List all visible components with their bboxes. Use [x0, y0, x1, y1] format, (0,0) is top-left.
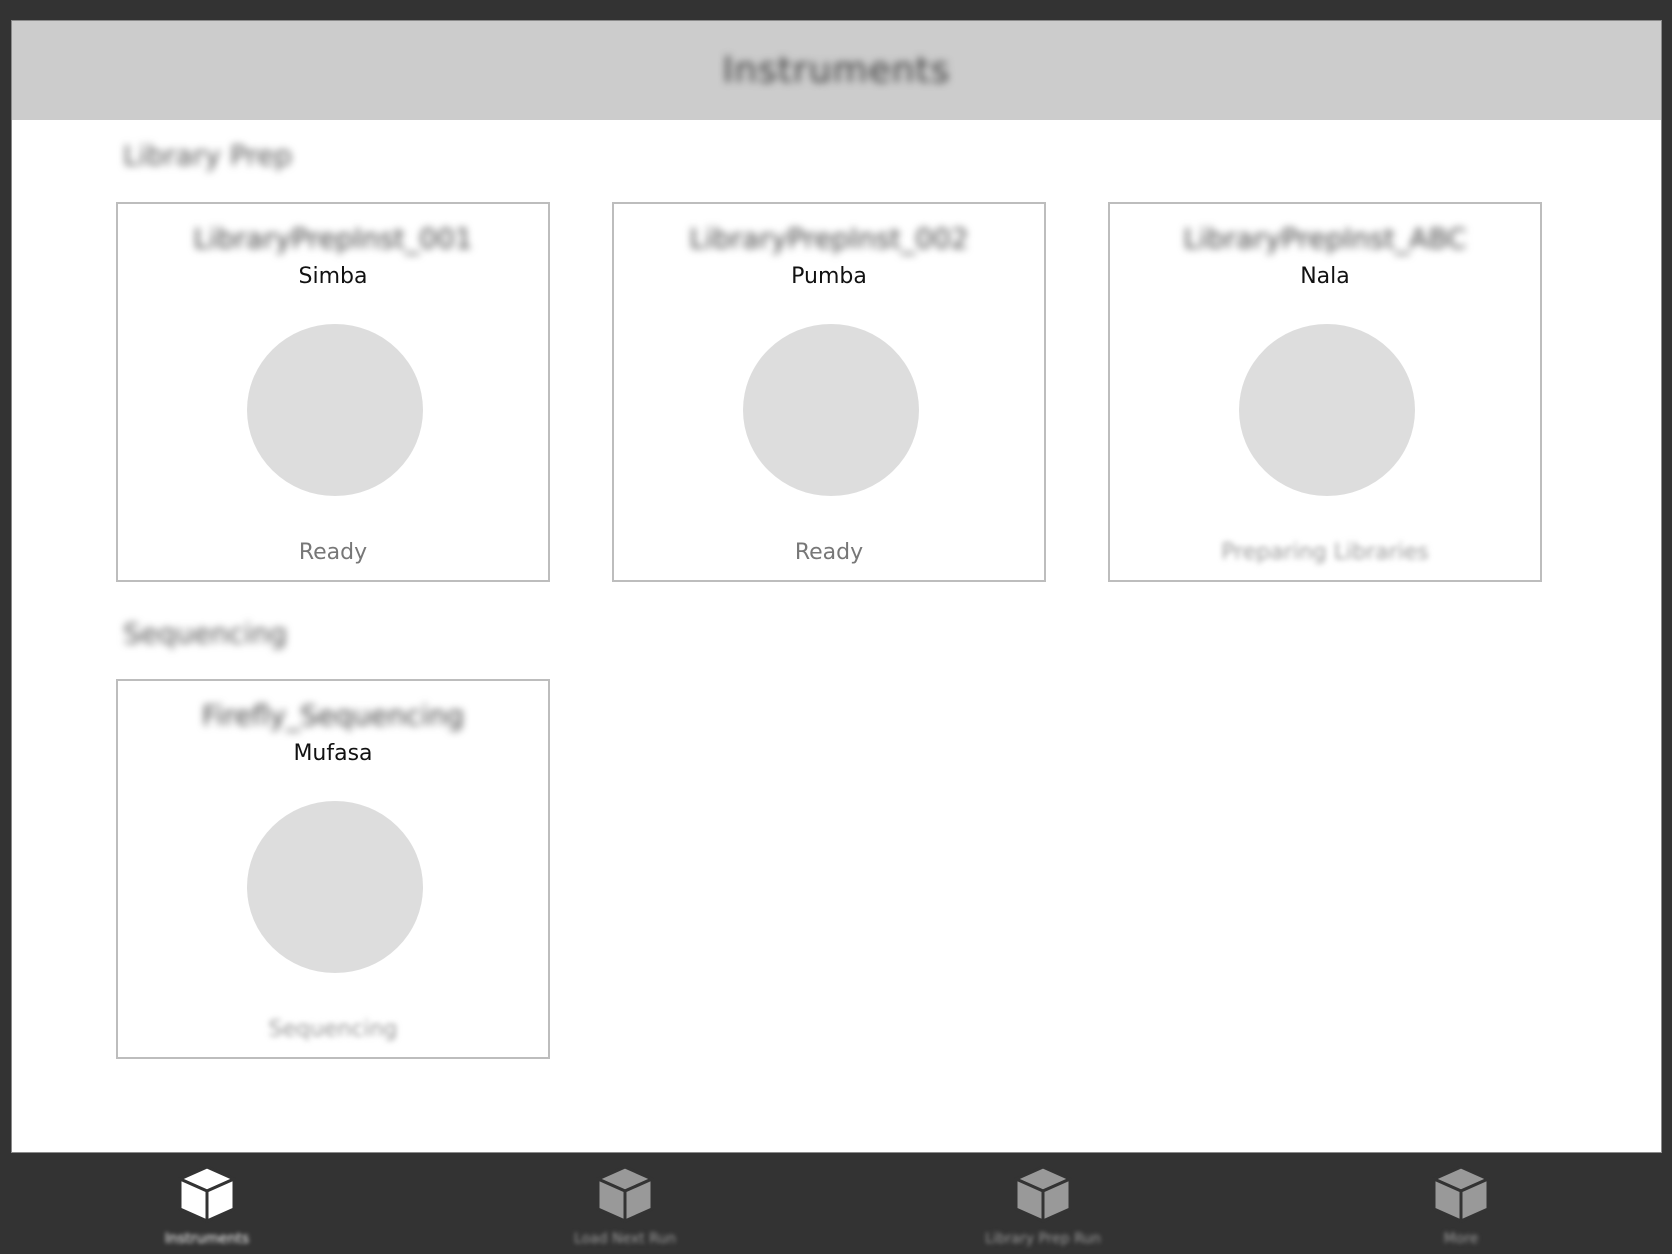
tab-label: Library Prep Run — [985, 1231, 1101, 1247]
instrument-status: Ready — [298, 540, 368, 565]
instrument-status: Ready — [794, 540, 864, 565]
instrument-nickname: Pumba — [791, 264, 867, 289]
instrument-status: Preparing Libraries — [1221, 540, 1429, 565]
instrument-id: Firefly_Sequencing — [201, 699, 465, 732]
instrument-card-mufasa[interactable]: Firefly_Sequencing Mufasa Sequencing — [116, 679, 550, 1059]
tab-label: More — [1443, 1231, 1479, 1247]
tab-instruments[interactable]: Instruments — [107, 1161, 307, 1247]
status-indicator — [247, 324, 423, 496]
tab-library-prep-run[interactable]: Library Prep Run — [943, 1161, 1143, 1247]
tab-label: Instruments — [164, 1231, 250, 1247]
cube-icon — [1432, 1165, 1490, 1223]
app-window: Instruments Library Prep LibraryPrepInst… — [11, 20, 1662, 1153]
instrument-card-nala[interactable]: LibraryPrepInst_ABC Nala Preparing Libra… — [1108, 202, 1542, 582]
status-indicator — [743, 324, 919, 496]
tab-bar: Instruments Load Next Run Library Prep R… — [0, 1153, 1672, 1254]
tab-more[interactable]: More — [1361, 1161, 1561, 1247]
instrument-nickname: Mufasa — [293, 741, 373, 766]
instrument-nickname: Nala — [1300, 264, 1350, 289]
title-bar: Instruments — [12, 21, 1661, 120]
instrument-status: Sequencing — [268, 1017, 398, 1042]
instrument-id: LibraryPrepInst_ABC — [1183, 222, 1467, 255]
cube-icon — [1014, 1165, 1072, 1223]
instrument-id: LibraryPrepInst_001 — [193, 222, 473, 255]
page-title: Instruments — [722, 50, 951, 91]
section-label-library-prep: Library Prep — [123, 139, 293, 172]
status-indicator — [247, 801, 423, 973]
tab-label: Load Next Run — [574, 1231, 676, 1247]
instrument-card-pumba[interactable]: LibraryPrepInst_002 Pumba Ready — [612, 202, 1046, 582]
instrument-nickname: Simba — [298, 264, 368, 289]
cube-icon — [178, 1165, 236, 1223]
instrument-id: LibraryPrepInst_002 — [689, 222, 969, 255]
section-label-sequencing: Sequencing — [123, 617, 288, 650]
cube-icon — [596, 1165, 654, 1223]
instrument-card-simba[interactable]: LibraryPrepInst_001 Simba Ready — [116, 202, 550, 582]
tab-load-next-run[interactable]: Load Next Run — [525, 1161, 725, 1247]
status-indicator — [1239, 324, 1415, 496]
